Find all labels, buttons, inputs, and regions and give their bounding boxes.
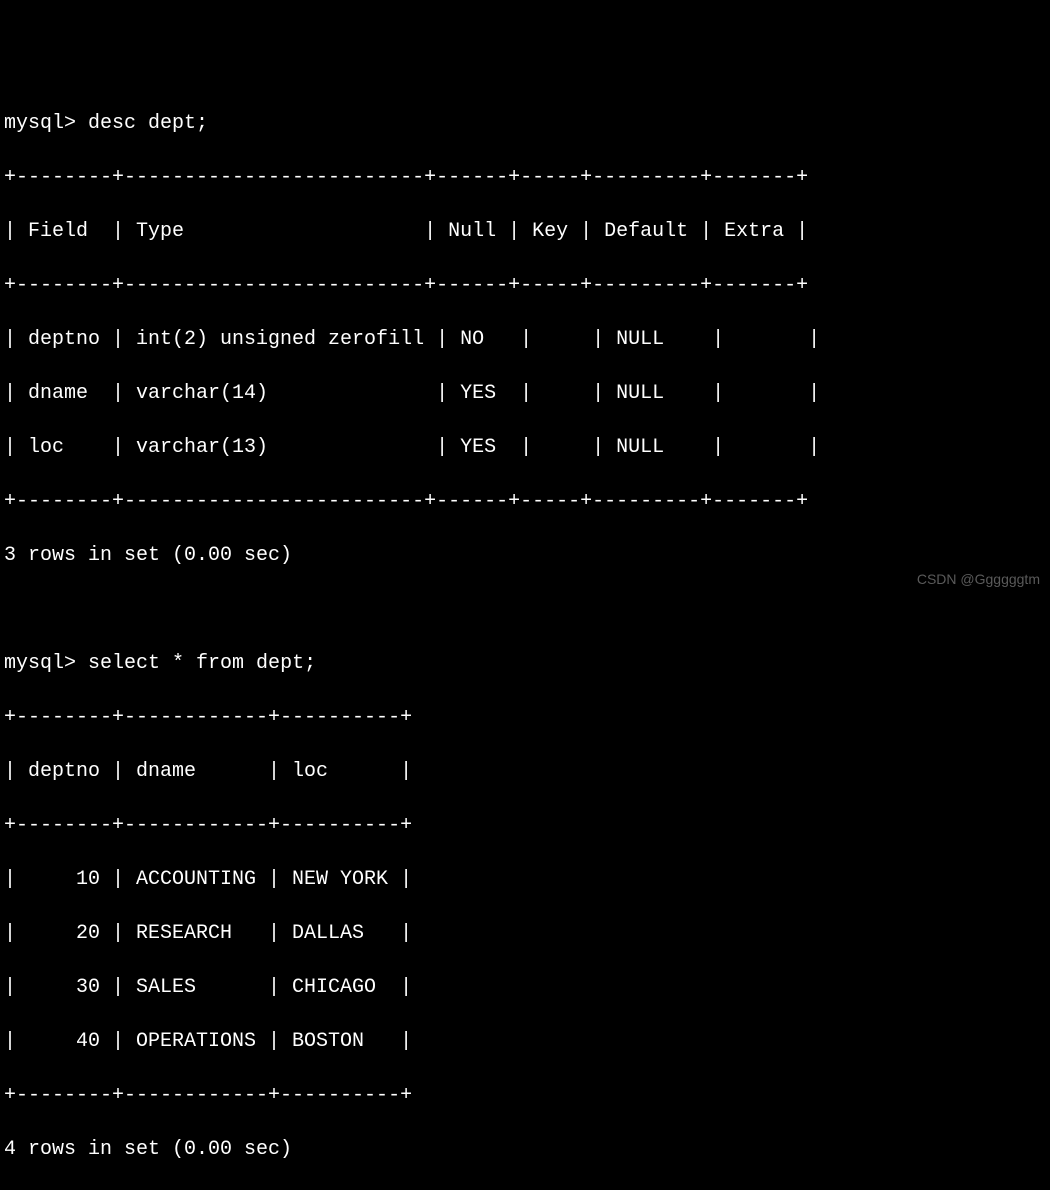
desc-border-mid: +--------+-------------------------+----… — [4, 272, 1046, 299]
command-select: select * from dept; — [88, 652, 316, 675]
select-row: | 40 | OPERATIONS | BOSTON | — [4, 1028, 1046, 1055]
select-row: | 30 | SALES | CHICAGO | — [4, 974, 1046, 1001]
watermark: CSDN @Ggggggtm — [917, 570, 1040, 589]
desc-row: | loc | varchar(13) | YES | | NULL | | — [4, 434, 1046, 461]
select-border-bot: +--------+------------+----------+ — [4, 1082, 1046, 1109]
desc-border-top: +--------+-------------------------+----… — [4, 164, 1046, 191]
desc-header: | Field | Type | Null | Key | Default | … — [4, 218, 1046, 245]
select-border-mid: +--------+------------+----------+ — [4, 812, 1046, 839]
mysql-prompt: mysql> — [4, 112, 76, 135]
terminal-line-prompt-2[interactable]: mysql> select * from dept; — [4, 650, 1046, 677]
blank-line — [4, 596, 1046, 623]
desc-result: 3 rows in set (0.00 sec) — [4, 542, 1046, 569]
select-header: | deptno | dname | loc | — [4, 758, 1046, 785]
command-desc: desc dept; — [88, 112, 208, 135]
select-row: | 10 | ACCOUNTING | NEW YORK | — [4, 866, 1046, 893]
terminal-line-prompt-1[interactable]: mysql> desc dept; — [4, 110, 1046, 137]
desc-row: | deptno | int(2) unsigned zerofill | NO… — [4, 326, 1046, 353]
select-result: 4 rows in set (0.00 sec) — [4, 1136, 1046, 1163]
desc-border-bot: +--------+-------------------------+----… — [4, 488, 1046, 515]
select-border-top: +--------+------------+----------+ — [4, 704, 1046, 731]
select-row: | 20 | RESEARCH | DALLAS | — [4, 920, 1046, 947]
mysql-prompt: mysql> — [4, 652, 76, 675]
desc-row: | dname | varchar(14) | YES | | NULL | | — [4, 380, 1046, 407]
